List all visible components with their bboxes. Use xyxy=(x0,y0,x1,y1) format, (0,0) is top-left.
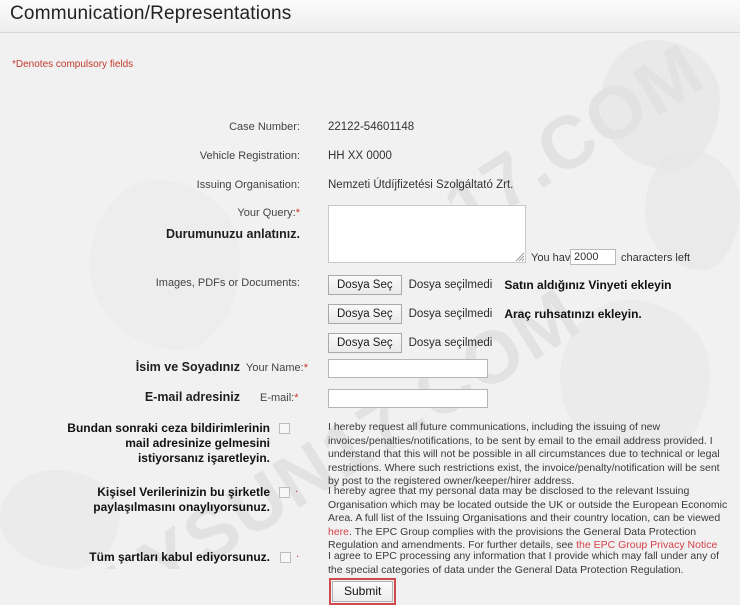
choose-file-button-3[interactable]: Dosya Seç xyxy=(328,333,402,353)
compulsory-fields-note: *Denotes compulsory fields xyxy=(12,59,134,70)
case-number-label: Case Number: xyxy=(229,121,300,133)
page-title: Communication/Representations xyxy=(10,3,292,24)
issuing-organisation-value: Nemzeti Útdíjfizetési Szolgáltató Zrt. xyxy=(328,179,514,191)
consent-3-text: I agree to EPC processing any informatio… xyxy=(328,550,720,576)
name-label-en-text: Your Name: xyxy=(246,362,304,374)
consent-1-text: I hereby request all future communicatio… xyxy=(328,421,720,487)
case-number-value: 22122-54601148 xyxy=(328,121,415,133)
vehicle-registration-label: Vehicle Registration: xyxy=(199,150,300,162)
query-label-tr: Durumunuzu anlatınız. xyxy=(165,227,300,241)
consent-2-required-mark: . xyxy=(295,483,299,495)
file-hint-2: Araç ruhsatınızı ekleyin. xyxy=(504,307,642,321)
characters-left-count[interactable] xyxy=(570,249,616,265)
name-required-mark: * xyxy=(303,362,308,374)
email-label-en-text: E-mail: xyxy=(260,392,295,404)
consent-2-text-part1: I hereby agree that my personal data may… xyxy=(328,485,728,524)
query-label-en-text: Your Query: xyxy=(237,207,296,219)
name-input[interactable] xyxy=(328,359,488,378)
consent-1-checkbox[interactable] xyxy=(279,423,290,434)
name-label-en: Your Name:* xyxy=(246,362,320,374)
file-status-2: Dosya seçilmedi xyxy=(408,308,493,320)
consent-2-text: I hereby agree that my personal data may… xyxy=(328,485,728,553)
consent-2-checkbox[interactable] xyxy=(279,487,290,498)
name-label-tr: İsim ve Soyadınız xyxy=(135,360,240,374)
consent-1-label-tr: Bundan sonraki ceza bildirimlerinin mail… xyxy=(67,421,270,465)
submit-highlight-box: Submit xyxy=(329,578,397,605)
query-label-en: Your Query:* xyxy=(140,207,300,219)
choose-file-button-2[interactable]: Dosya Seç xyxy=(328,304,402,324)
file-upload-row-2: Dosya Seç Dosya seçilmedi Araç ruhsatını… xyxy=(328,304,642,324)
email-required-mark: * xyxy=(294,392,299,404)
consent-3-required-mark: . xyxy=(296,548,300,560)
choose-file-button-1[interactable]: Dosya Seç xyxy=(328,275,402,295)
files-label: Images, PDFs or Documents: xyxy=(155,277,300,289)
email-label-tr: E-mail adresiniz xyxy=(144,390,240,404)
email-label-en: E-mail:* xyxy=(260,392,320,404)
file-hint-1: Satın aldığınız Vinyeti ekleyin xyxy=(504,278,672,292)
file-status-3: Dosya seçilmedi xyxy=(408,337,493,349)
characters-left-suffix: characters left xyxy=(621,252,691,264)
submit-button[interactable]: Submit xyxy=(332,581,394,602)
consent-2-link-here[interactable]: here xyxy=(328,526,349,538)
file-upload-row-3: Dosya Seç Dosya seçilmedi xyxy=(328,333,504,353)
consent-3-checkbox[interactable] xyxy=(280,552,291,563)
query-textarea[interactable] xyxy=(328,205,526,263)
consent-3-label-tr: Tüm şartları kabul ediyorsunuz. xyxy=(89,550,270,564)
vehicle-registration-value: HH XX 0000 xyxy=(328,150,392,162)
consent-2-label-tr: Kişisel Verilerinizin bu şirketle paylaş… xyxy=(93,485,270,514)
query-required-mark: * xyxy=(295,207,300,219)
email-input[interactable] xyxy=(328,389,488,408)
file-upload-row-1: Dosya Seç Dosya seçilmedi Satın aldığını… xyxy=(328,275,672,295)
issuing-organisation-label: Issuing Organisation: xyxy=(196,179,300,191)
page-header: Communication/Representations xyxy=(0,0,740,33)
file-status-1: Dosya seçilmedi xyxy=(408,279,493,291)
